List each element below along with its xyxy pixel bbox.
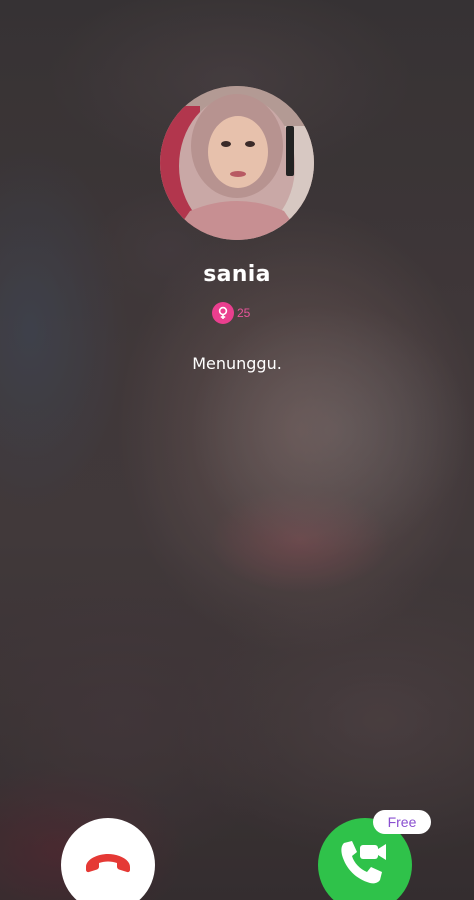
caller-avatar	[160, 86, 314, 240]
phone-hangup-icon	[82, 851, 134, 880]
female-icon	[212, 302, 234, 324]
call-status: Menunggu.	[192, 354, 282, 373]
incoming-call-screen: sania 25 Menunggu. Free	[0, 0, 474, 900]
caller-name: sania	[203, 262, 271, 287]
avatar-photo	[160, 86, 314, 240]
video-call-icon	[336, 837, 394, 894]
free-call-badge: Free	[373, 810, 431, 834]
caller-age: 25	[237, 306, 251, 320]
caller-age-badge: 25	[212, 302, 250, 324]
